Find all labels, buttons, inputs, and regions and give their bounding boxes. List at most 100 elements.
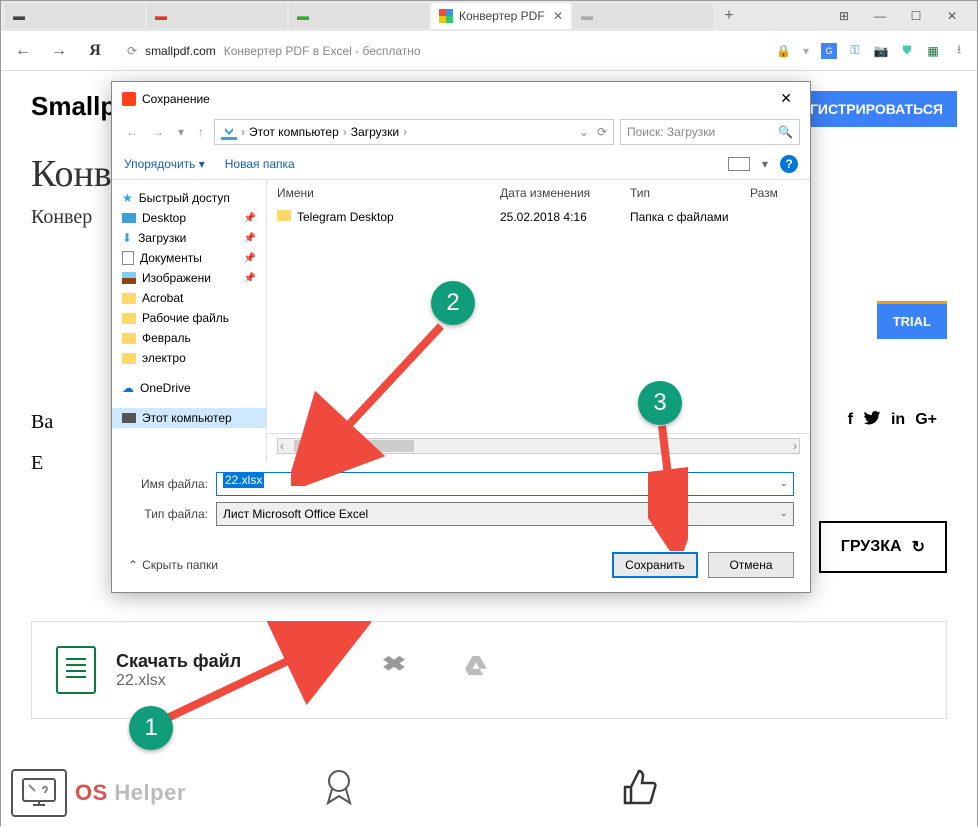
hide-folders-link[interactable]: ⌃Скрыть папки — [128, 558, 218, 572]
dropbox-icon[interactable] — [383, 656, 405, 684]
yandex-home-button[interactable]: Я — [83, 42, 107, 60]
pin-icon: 📌 — [244, 273, 256, 284]
scroll-right-icon[interactable]: › — [793, 439, 797, 453]
tab-1[interactable]: ▬ — [5, 3, 145, 29]
tab-2[interactable]: ▬ — [147, 3, 287, 29]
download-indicator-icon[interactable]: ⭳ — [951, 43, 967, 59]
tab-5[interactable]: ▬ — [573, 3, 713, 29]
facebook-icon[interactable]: f — [848, 411, 853, 430]
tab-strip: ▬ ▬ ▬ Конвертер PDF ✕ ▬ + ⊞ — ☐ ✕ — [1, 1, 977, 31]
camera-ext-icon[interactable]: 📷 — [873, 43, 889, 59]
new-folder-button[interactable]: Новая папка — [225, 157, 295, 171]
save-button[interactable]: Сохранить — [612, 552, 698, 578]
forward-button[interactable]: → — [47, 42, 71, 60]
dialog-close-button[interactable]: ✕ — [772, 88, 800, 109]
twitter-icon[interactable] — [863, 411, 881, 430]
googleplus-icon[interactable]: G+ — [915, 411, 937, 430]
tree-downloads[interactable]: ⬇Загрузки📌 — [112, 228, 266, 248]
bc-folder[interactable]: Загрузки — [351, 125, 399, 139]
scroll-thumb[interactable] — [294, 440, 414, 452]
bookmark-icon[interactable]: ▾ — [803, 44, 809, 58]
search-input[interactable]: Поиск: Загрузки 🔍 — [620, 119, 800, 145]
folder-icon — [122, 313, 136, 324]
bc-root[interactable]: Этот компьютер — [249, 125, 339, 139]
organize-menu[interactable]: Упорядочить ▾ — [124, 157, 205, 171]
new-tab-button[interactable]: + — [715, 7, 743, 25]
address-bar: ← → Я ⟳ smallpdf.com Конвертер PDF в Exc… — [1, 31, 977, 71]
download-title: Скачать файл — [116, 651, 241, 672]
share-icons: f in G+ — [848, 411, 937, 430]
dialog-titlebar[interactable]: Сохранение ✕ — [112, 82, 810, 115]
tree-thispc[interactable]: Этот компьютер — [112, 408, 266, 428]
reload-icon[interactable]: ⟳ — [127, 44, 137, 58]
window-maximize-button[interactable]: ☐ — [907, 9, 925, 23]
tab-close-icon[interactable]: ✕ — [553, 9, 563, 23]
window-close-button[interactable]: ✕ — [943, 9, 961, 23]
nav-fwd-icon[interactable]: → — [148, 125, 168, 139]
key-ext-icon[interactable]: ⚿ — [847, 43, 863, 59]
excel-ext-icon[interactable]: ▦ — [925, 43, 941, 59]
download-button-icon[interactable] — [301, 656, 323, 684]
folder-icon — [277, 210, 291, 221]
reload-button[interactable]: ГРУЗКА ↻ — [819, 521, 947, 573]
tree-desktop[interactable]: Desktop📌 — [112, 208, 266, 228]
tabs-overview-button[interactable]: ⊞ — [835, 9, 853, 23]
window-minimize-button[interactable]: — — [871, 9, 889, 23]
extensions: G ⚿ 📷 ⛊ ▦ ⭳ — [821, 43, 967, 59]
scroll-left-icon[interactable]: ‹ — [280, 439, 284, 453]
h-scrollbar[interactable]: ‹ › — [277, 438, 800, 454]
tab-label: Конвертер PDF — [459, 9, 545, 23]
col-type[interactable]: Тип — [630, 186, 750, 200]
nav-history-icon[interactable]: ▾ — [174, 125, 188, 139]
translate-ext-icon[interactable]: G — [821, 43, 837, 59]
filetype-select[interactable]: Лист Microsoft Office Excel — [216, 502, 794, 526]
nav-back-icon[interactable]: ← — [122, 125, 142, 139]
tree-onedrive[interactable]: ☁OneDrive — [112, 378, 266, 398]
callout-3: 3 — [638, 381, 682, 425]
chevron-up-icon: ⌃ — [128, 558, 138, 572]
linkedin-icon[interactable]: in — [891, 411, 905, 430]
filename-input[interactable]: 22.xlsx — [216, 472, 794, 496]
pin-icon: 📌 — [244, 213, 256, 224]
tree-images[interactable]: Изображени📌 — [112, 268, 266, 288]
tree-acrobat[interactable]: Acrobat — [112, 288, 266, 308]
col-date[interactable]: Дата изменения — [500, 186, 630, 200]
tab-4-active[interactable]: Конвертер PDF ✕ — [431, 3, 571, 29]
tree-work[interactable]: Рабочие файль — [112, 308, 266, 328]
combo-arrow-icon[interactable]: ⌄ — [780, 508, 788, 519]
trial-button[interactable]: TRIAL — [877, 301, 947, 339]
breadcrumb[interactable]: › Этот компьютер › Загрузки › ⌄ ⟳ — [214, 119, 614, 145]
window-controls: ⊞ — ☐ ✕ — [835, 9, 973, 23]
file-icon — [56, 646, 96, 694]
help-button[interactable]: ? — [780, 155, 798, 173]
addr-domain: smallpdf.com — [145, 44, 216, 58]
col-name[interactable]: Имени — [277, 186, 500, 200]
site-lock-icon[interactable]: 🔒 — [776, 44, 791, 58]
gdrive-icon[interactable] — [465, 656, 487, 684]
bc-refresh-icon[interactable]: ⟳ — [597, 125, 607, 139]
view-mode-button[interactable] — [728, 157, 750, 171]
folder-tree: ★Быстрый доступ Desktop📌 ⬇Загрузки📌 Доку… — [112, 180, 267, 462]
register-button[interactable]: ГИСТРИРОВАТЬСЯ — [796, 91, 957, 127]
tree-feb[interactable]: Февраль — [112, 328, 266, 348]
tab-3[interactable]: ▬ — [289, 3, 429, 29]
tab-favicon: ▬ — [155, 9, 169, 23]
shield-ext-icon[interactable]: ⛊ — [899, 43, 915, 59]
file-row[interactable]: Telegram Desktop 25.02.2018 4:16 Папка с… — [267, 206, 810, 228]
download-card: Скачать файл 22.xlsx — [31, 621, 947, 719]
cancel-button[interactable]: Отмена — [708, 552, 794, 578]
view-dropdown-icon[interactable]: ▾ — [762, 157, 768, 171]
downloads-folder-icon — [221, 124, 237, 140]
address-input[interactable]: ⟳ smallpdf.com Конвертер PDF в Excel - б… — [119, 40, 764, 62]
col-size[interactable]: Разм — [750, 186, 800, 200]
tree-electro[interactable]: электро — [112, 348, 266, 368]
thumbs-up-icon[interactable] — [619, 767, 659, 807]
tree-documents[interactable]: Документы📌 — [112, 248, 266, 268]
nav-up-icon[interactable]: ↑ — [194, 125, 208, 139]
tree-quick-access[interactable]: ★Быстрый доступ — [112, 188, 266, 208]
bc-dropdown-icon[interactable]: ⌄ — [579, 125, 589, 139]
combo-arrow-icon[interactable]: ⌄ — [780, 478, 788, 489]
dialog-nav: ← → ▾ ↑ › Этот компьютер › Загрузки › ⌄ … — [112, 115, 810, 149]
back-button[interactable]: ← — [11, 42, 35, 60]
dialog-buttons: ⌃Скрыть папки Сохранить Отмена — [112, 542, 810, 592]
